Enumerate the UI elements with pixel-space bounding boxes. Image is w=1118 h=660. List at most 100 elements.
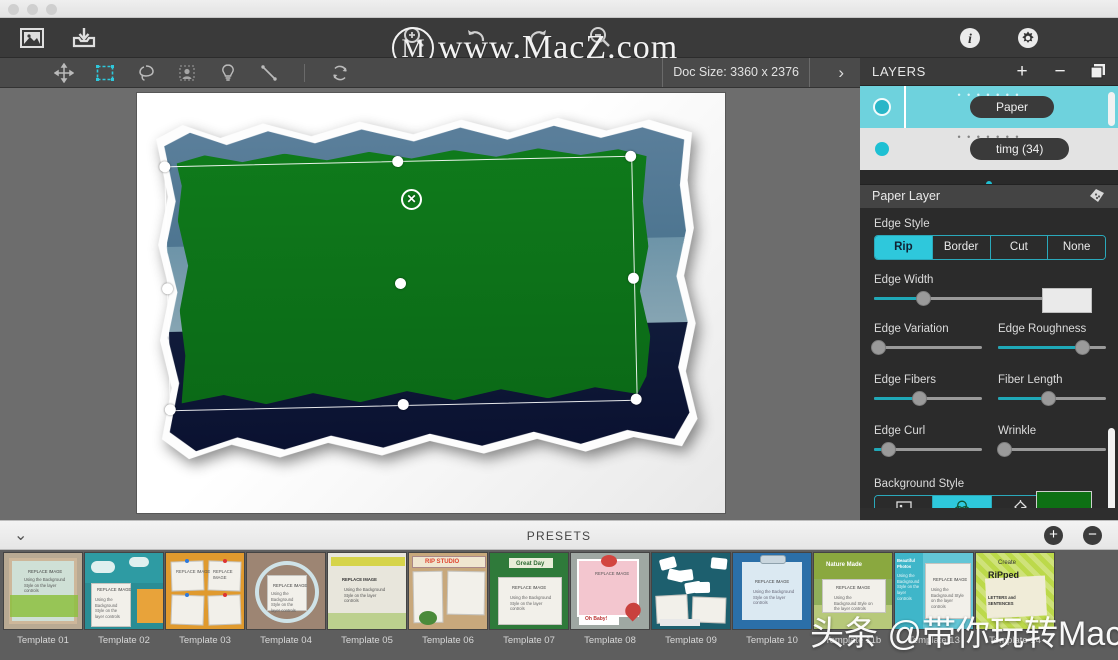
crop-tool[interactable] — [93, 61, 117, 85]
green-replacement-layer[interactable] — [176, 146, 651, 406]
document-page[interactable]: ✕ — [137, 93, 725, 513]
layer-drag-dots[interactable]: • • • • • • • — [957, 90, 1020, 100]
preset-thumbnail[interactable]: REPLACE IMAGE Using the Background Style … — [732, 552, 812, 646]
bg-color-wheel-icon[interactable] — [933, 496, 992, 508]
gear-icon[interactable] — [1014, 24, 1042, 52]
preset-thumbnail-image[interactable]: REPLACE IMAGE Using the Background Style … — [3, 552, 83, 630]
duplicate-layer-button[interactable] — [1088, 61, 1108, 81]
preset-thumbnail[interactable]: Nature Made REPLACE IMAGE Using the Backgr… — [813, 552, 893, 646]
properties-scrollbar[interactable] — [1108, 428, 1115, 508]
layers-title: LAYERS — [872, 64, 926, 79]
edge-width-slider[interactable] — [874, 291, 1050, 306]
background-color-swatch[interactable] — [1036, 491, 1092, 508]
import-tray-icon[interactable] — [70, 24, 98, 52]
delete-layer-badge[interactable]: ✕ — [401, 189, 422, 210]
preset-thumbnail[interactable]: REPLACE IMAGE Using the Background Style … — [84, 552, 164, 646]
main-toolbar: M www.MacZ.com i — [0, 18, 1118, 69]
properties-section-header: Paper Layer — [860, 184, 1118, 208]
fiber-length-slider[interactable] — [998, 391, 1106, 406]
preset-thumbnail-image[interactable]: Create RiPped LETTERS and SENTENCES — [975, 552, 1055, 630]
info-icon[interactable]: i — [956, 24, 984, 52]
canvas-area[interactable]: ✕ — [0, 88, 860, 520]
preset-thumbnail[interactable]: Template 09 — [651, 552, 731, 646]
edge-style-option-cut[interactable]: Cut — [990, 236, 1049, 259]
layer-list[interactable]: • • • • • • • Paper • • • • • • • timg (… — [860, 86, 1118, 174]
preset-thumbnail[interactable]: REPLACE IMAGE REPLACE IMAGE Template 03 — [165, 552, 245, 646]
edge-style-segmented-control[interactable]: Rip Border Cut None — [874, 235, 1106, 260]
preset-thumbnail-image[interactable]: Oh Baby! REPLACE IMAGE — [570, 552, 650, 630]
edge-roughness-slider[interactable] — [998, 340, 1106, 355]
preset-thumbnail-label: Template 03 — [179, 635, 231, 646]
layers-scrollbar[interactable] — [1108, 92, 1115, 126]
preset-thumbnail-image[interactable]: REPLACE IMAGE Using the Background Style … — [84, 552, 164, 630]
preset-thumbnail-image[interactable]: REPLACE IMAGE Using the Background Style … — [246, 552, 326, 630]
preset-thumbnail[interactable]: Beautiful Photos Using the Background Sty… — [894, 552, 974, 646]
preset-thumbnail-label: Template 11b — [824, 635, 882, 646]
paper-texture-icon[interactable] — [1087, 188, 1106, 209]
preset-thumbnail-image[interactable]: REPLACE IMAGE Using the Background Style … — [732, 552, 812, 630]
preset-thumbnail-label: Template 05 — [341, 635, 393, 646]
zoom-button[interactable] — [46, 4, 57, 15]
layer-row[interactable]: • • • • • • • Paper — [860, 86, 1118, 128]
edge-style-option-rip[interactable]: Rip — [875, 236, 933, 259]
preset-thumbnail[interactable]: Great Day REPLACE IMAGE Using the Backgrou… — [489, 552, 569, 646]
toolbar-right-group: i — [956, 24, 1042, 52]
presets-buttons: + − — [1044, 526, 1102, 545]
preset-thumbnail-image[interactable] — [651, 552, 731, 630]
remove-layer-button[interactable]: − — [1050, 61, 1070, 81]
background-style-segmented-control[interactable] — [874, 495, 1050, 508]
wrinkle-slider[interactable] — [997, 442, 1106, 457]
edge-fibers-label: Edge Fibers — [874, 374, 937, 386]
layer-row[interactable]: • • • • • • • timg (34) — [860, 128, 1118, 170]
expand-panel-chevron[interactable]: › — [838, 63, 844, 83]
preset-thumbnail-image[interactable]: RIP STUDIO — [408, 552, 488, 630]
properties-panel: Edge Style Rip Border Cut None Edge Widt… — [860, 208, 1118, 508]
image-placeholder-icon[interactable] — [18, 24, 46, 52]
close-button[interactable] — [8, 4, 19, 15]
tool-group — [52, 61, 352, 85]
lightbulb-tool[interactable] — [216, 61, 240, 85]
layers-header: LAYERS + − — [860, 58, 1118, 86]
preset-thumbnail-label: Template 07 — [503, 635, 555, 646]
preset-thumbnail-image[interactable]: Great Day REPLACE IMAGE Using the Backgrou… — [489, 552, 569, 630]
preset-thumbnail[interactable]: REPLACE IMAGE Using the Background Style … — [327, 552, 407, 646]
edge-curl-slider[interactable] — [874, 442, 982, 457]
preset-thumbnail[interactable]: Create RiPped LETTERS and SENTENCES Templat… — [975, 552, 1055, 646]
edge-width-swatch[interactable] — [1042, 288, 1092, 313]
zoom-out-icon[interactable] — [586, 23, 614, 51]
edge-fibers-slider[interactable] — [874, 391, 982, 406]
move-tool[interactable] — [52, 61, 76, 85]
add-layer-button[interactable]: + — [1012, 61, 1032, 81]
layers-page-indicator[interactable] — [860, 174, 1118, 187]
preset-thumbnail[interactable]: REPLACE IMAGE Using the Background Style … — [246, 552, 326, 646]
layers-header-buttons: + − — [1012, 61, 1108, 81]
undo-icon[interactable] — [462, 23, 490, 51]
preset-thumbnail[interactable]: Oh Baby! REPLACE IMAGE Template 08 — [570, 552, 650, 646]
toolbar-left-group — [18, 24, 98, 52]
preset-thumbnail-image[interactable]: REPLACE IMAGE REPLACE IMAGE — [165, 552, 245, 630]
preset-thumbnail-image[interactable]: REPLACE IMAGE Using the Background Style … — [327, 552, 407, 630]
layer-drag-dots[interactable]: • • • • • • • — [957, 132, 1020, 142]
preset-thumbnail-label: Template 14 — [989, 635, 1041, 646]
portrait-tool[interactable] — [175, 61, 199, 85]
bg-image-icon[interactable] — [875, 496, 934, 508]
edge-variation-slider[interactable] — [871, 340, 982, 355]
remove-preset-button[interactable]: − — [1083, 526, 1102, 545]
minimize-button[interactable] — [27, 4, 38, 15]
layer-visibility-toggle[interactable] — [860, 142, 904, 156]
zoom-in-icon[interactable] — [400, 23, 428, 51]
add-preset-button[interactable]: + — [1044, 526, 1063, 545]
preset-thumbnail[interactable]: REPLACE IMAGE Using the Background Style … — [3, 552, 83, 646]
preset-thumbnail-image[interactable]: Nature Made REPLACE IMAGE Using the Backgr… — [813, 552, 893, 630]
presets-strip[interactable]: REPLACE IMAGE Using the Background Style … — [0, 550, 1118, 660]
edge-style-option-border[interactable]: Border — [932, 236, 991, 259]
rotate-tool[interactable] — [328, 61, 352, 85]
edge-style-option-none[interactable]: None — [1048, 236, 1105, 259]
preset-thumbnail[interactable]: RIP STUDIO Template 06 — [408, 552, 488, 646]
layer-visibility-toggle[interactable] — [860, 100, 904, 114]
line-tool[interactable] — [257, 61, 281, 85]
window-controls[interactable] — [8, 4, 57, 15]
lasso-tool[interactable] — [134, 61, 158, 85]
redo-icon[interactable] — [524, 23, 552, 51]
preset-thumbnail-image[interactable]: Beautiful Photos Using the Background Sty… — [894, 552, 974, 630]
